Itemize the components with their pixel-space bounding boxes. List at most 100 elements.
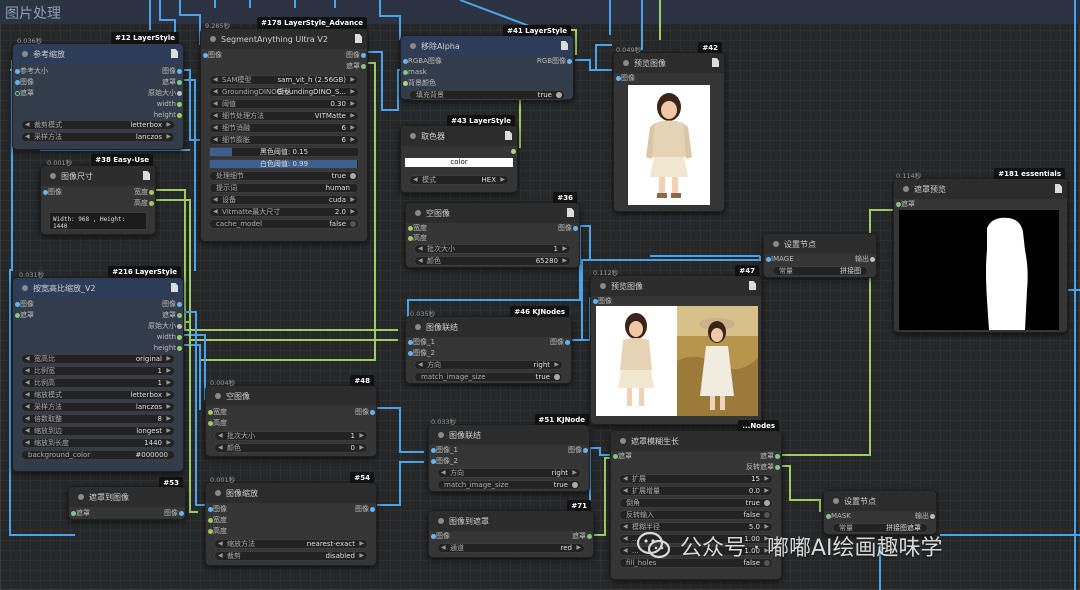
node-12-reference-scale[interactable]: 0.036秒 #12 LayerStyle 参考缩放 参考大小 图像 遮罩 图像…: [12, 32, 184, 150]
crop-combo[interactable]: ◀ 裁剪 disabled ▶: [214, 551, 368, 561]
node-51-header[interactable]: 图像联结: [429, 425, 589, 445]
output-slot[interactable]: 图像: [135, 508, 185, 519]
node-216-header[interactable]: 按宽高比缩放_V2: [13, 278, 183, 298]
ratio-width-number[interactable]: ◀ 比例宽 1 ▶: [21, 366, 175, 376]
match-image-size-toggle[interactable]: match_image_size true: [437, 480, 581, 490]
sampling-method-combo[interactable]: ◀ 采样方法 lanczos ▶: [21, 402, 175, 412]
input-slot[interactable]: 高度: [206, 526, 256, 537]
input-slot[interactable]: 宽度: [206, 515, 256, 526]
input-slot[interactable]: 图像: [13, 299, 83, 310]
document-icon[interactable]: [561, 41, 568, 50]
mask-grow-collapse-dot[interactable]: [620, 438, 626, 444]
preview-image-girl[interactable]: [628, 85, 710, 205]
node-71-image-to-mask[interactable]: #71 图像到遮罩 图像 遮罩 ◀ 通道 red ▶: [428, 500, 594, 558]
mask-grow-header[interactable]: 遮罩模糊生长: [611, 431, 781, 451]
input-slot[interactable]: IMAGE: [764, 254, 814, 265]
node-216-collapse-dot[interactable]: [22, 285, 28, 291]
node-48-header[interactable]: 空图像: [206, 386, 376, 406]
input-slot[interactable]: 图像: [429, 531, 479, 542]
input-slot[interactable]: 背景颜色: [401, 78, 471, 89]
node-178-segment-anything[interactable]: 9.285秒 #178 LayerStyle_Advance SegmentAn…: [200, 17, 368, 242]
input-slot[interactable]: 图像_1: [429, 445, 479, 456]
channel-combo[interactable]: ◀ 通道 red ▶: [437, 543, 585, 553]
node-48-collapse-dot[interactable]: [215, 393, 221, 399]
output-slot[interactable]: 原始大小: [103, 88, 183, 99]
process-detail-toggle[interactable]: 处理细节 true: [209, 171, 359, 181]
scale-to-side-combo[interactable]: ◀ 缩放到边 longest ▶: [21, 426, 175, 436]
mask-preview-image[interactable]: [899, 210, 1059, 330]
aspect-ratio-combo[interactable]: ◀ 宽高比 original ▶: [21, 354, 175, 364]
detail-erode-number[interactable]: ◀ 细节消融 6 ▶: [209, 123, 359, 133]
node-43-color-picker[interactable]: #43 LayerStyle 取色器 color ◀ 模式 HEX ▶: [400, 115, 518, 193]
output-slot[interactable]: 输出: [886, 511, 936, 522]
detail-method-combo[interactable]: ◀ 细节处理方法 VITMatte ▶: [209, 111, 359, 121]
fill-background-toggle[interactable]: 填充背景 true: [409, 90, 565, 100]
input-slot[interactable]: 图像: [614, 73, 724, 84]
tapered-corners-toggle[interactable]: 倒角 true: [619, 498, 773, 508]
node-54-image-scale[interactable]: 0.001秒 #54 图像缩放 图像 宽度 高度 图像 ◀ 缩放方法 nearest…: [205, 472, 377, 566]
input-slot[interactable]: 遮罩: [13, 310, 83, 321]
node-36-header[interactable]: 空图像: [406, 203, 579, 223]
input-slot[interactable]: 遮罩: [894, 199, 1067, 210]
prompt-field[interactable]: 提示词 human: [209, 183, 359, 193]
node-36-collapse-dot[interactable]: [415, 210, 421, 216]
document-icon[interactable]: [1055, 184, 1062, 193]
node-12-header[interactable]: 参考缩放: [13, 44, 183, 64]
input-slot[interactable]: 高度: [406, 233, 456, 244]
node-53-collapse-dot[interactable]: [78, 494, 84, 500]
node-42-collapse-dot[interactable]: [623, 60, 629, 66]
scale-length-number[interactable]: ◀ 缩放到长度 1440 ▶: [21, 438, 175, 448]
input-slot[interactable]: 遮罩: [69, 508, 119, 519]
output-slot[interactable]: [487, 146, 517, 157]
node-42-header[interactable]: 预览图像: [614, 53, 724, 73]
node-46-image-concat[interactable]: 0.035秒 #46 KJNodes 图像联结 图像_1 图像_2 图像 ◀ 方向…: [405, 306, 572, 384]
output-slot[interactable]: 图像: [326, 407, 376, 418]
white-threshold-slider[interactable]: 白色阈值: 0.99: [209, 159, 359, 169]
input-slot[interactable]: MASK: [824, 511, 874, 522]
node-216-ratio-scale[interactable]: 0.031秒 #216 LayerStyle 按宽高比缩放_V2 图像 遮罩 图…: [12, 266, 184, 472]
output-slot[interactable]: 图像: [103, 66, 183, 77]
node-54-header[interactable]: 图像缩放: [206, 483, 376, 503]
node-canvas[interactable]: 图片处理 0.036秒 #12 LayerStyle 参考缩放 参考大小 图像 …: [0, 0, 1080, 590]
input-slot[interactable]: 图像: [41, 187, 91, 198]
set-node-header[interactable]: 设置节点: [824, 491, 936, 511]
node-181-collapse-dot[interactable]: [903, 186, 909, 192]
sam-model-combo[interactable]: ◀ SAM模型 sam_vit_h (2.56GB) ▶: [209, 75, 359, 85]
node-51-collapse-dot[interactable]: [438, 432, 444, 438]
node-43-header[interactable]: 取色器: [401, 126, 517, 146]
output-slot[interactable]: height: [113, 343, 183, 354]
scale-mode-combo[interactable]: ◀ 缩放模式 letterbox ▶: [21, 390, 175, 400]
color-number[interactable]: ◀ 颜色 0 ▶: [214, 443, 368, 453]
node-12-collapse-dot[interactable]: [22, 51, 28, 57]
node-71-collapse-dot[interactable]: [438, 518, 444, 524]
input-slot[interactable]: 高度: [206, 418, 256, 429]
input-slot[interactable]: RGBA图像: [401, 56, 471, 67]
threshold-number[interactable]: ◀ 阈值 0.30 ▶: [209, 99, 359, 109]
document-icon[interactable]: [567, 208, 574, 217]
output-slot[interactable]: 遮罩: [113, 310, 183, 321]
batch-size-number[interactable]: ◀ 批次大小 1 ▶: [414, 244, 571, 254]
node-47-collapse-dot[interactable]: [600, 283, 606, 289]
input-slot[interactable]: 图像: [13, 77, 93, 88]
output-slot[interactable]: width: [103, 99, 183, 110]
set-node-header[interactable]: 设置节点: [764, 234, 876, 254]
device-combo[interactable]: ◀ 设备 cuda ▶: [209, 195, 359, 205]
node-41-remove-alpha[interactable]: #41 LayerStyle 移除Alpha RGBA图像 mask 背景颜色 …: [400, 25, 574, 100]
node-41-collapse-dot[interactable]: [410, 43, 416, 49]
document-icon[interactable]: [749, 281, 756, 290]
input-slot[interactable]: 图像_2: [406, 348, 456, 359]
scale-method-combo[interactable]: ◀ 缩放方法 nearest-exact ▶: [214, 539, 368, 549]
color-swatch[interactable]: color: [405, 158, 513, 167]
node-36-empty-image[interactable]: #36 空图像 宽度 高度 图像 ◀ 批次大小 1 ▶ ◀ 颜色 65280 ▶: [405, 192, 580, 268]
vitmatte-max-size-number[interactable]: ◀ Vitmatte最大尺寸 2.0 ▶: [209, 207, 359, 217]
output-slot[interactable]: 遮罩: [543, 531, 593, 542]
input-slot[interactable]: 遮罩: [13, 88, 93, 99]
output-slot[interactable]: width: [113, 332, 183, 343]
node-47-header[interactable]: 预览图像: [591, 276, 761, 296]
node-46-collapse-dot[interactable]: [415, 324, 421, 330]
match-image-size-toggle[interactable]: match_image_size true: [414, 372, 563, 382]
ratio-height-number[interactable]: ◀ 比例高 1 ▶: [21, 378, 175, 388]
node-38-collapse-dot[interactable]: [50, 173, 56, 179]
output-slot[interactable]: 反转遮罩: [721, 462, 781, 473]
node-47-preview-image[interactable]: 0.112秒 #47 预览图像 图像: [590, 265, 762, 425]
